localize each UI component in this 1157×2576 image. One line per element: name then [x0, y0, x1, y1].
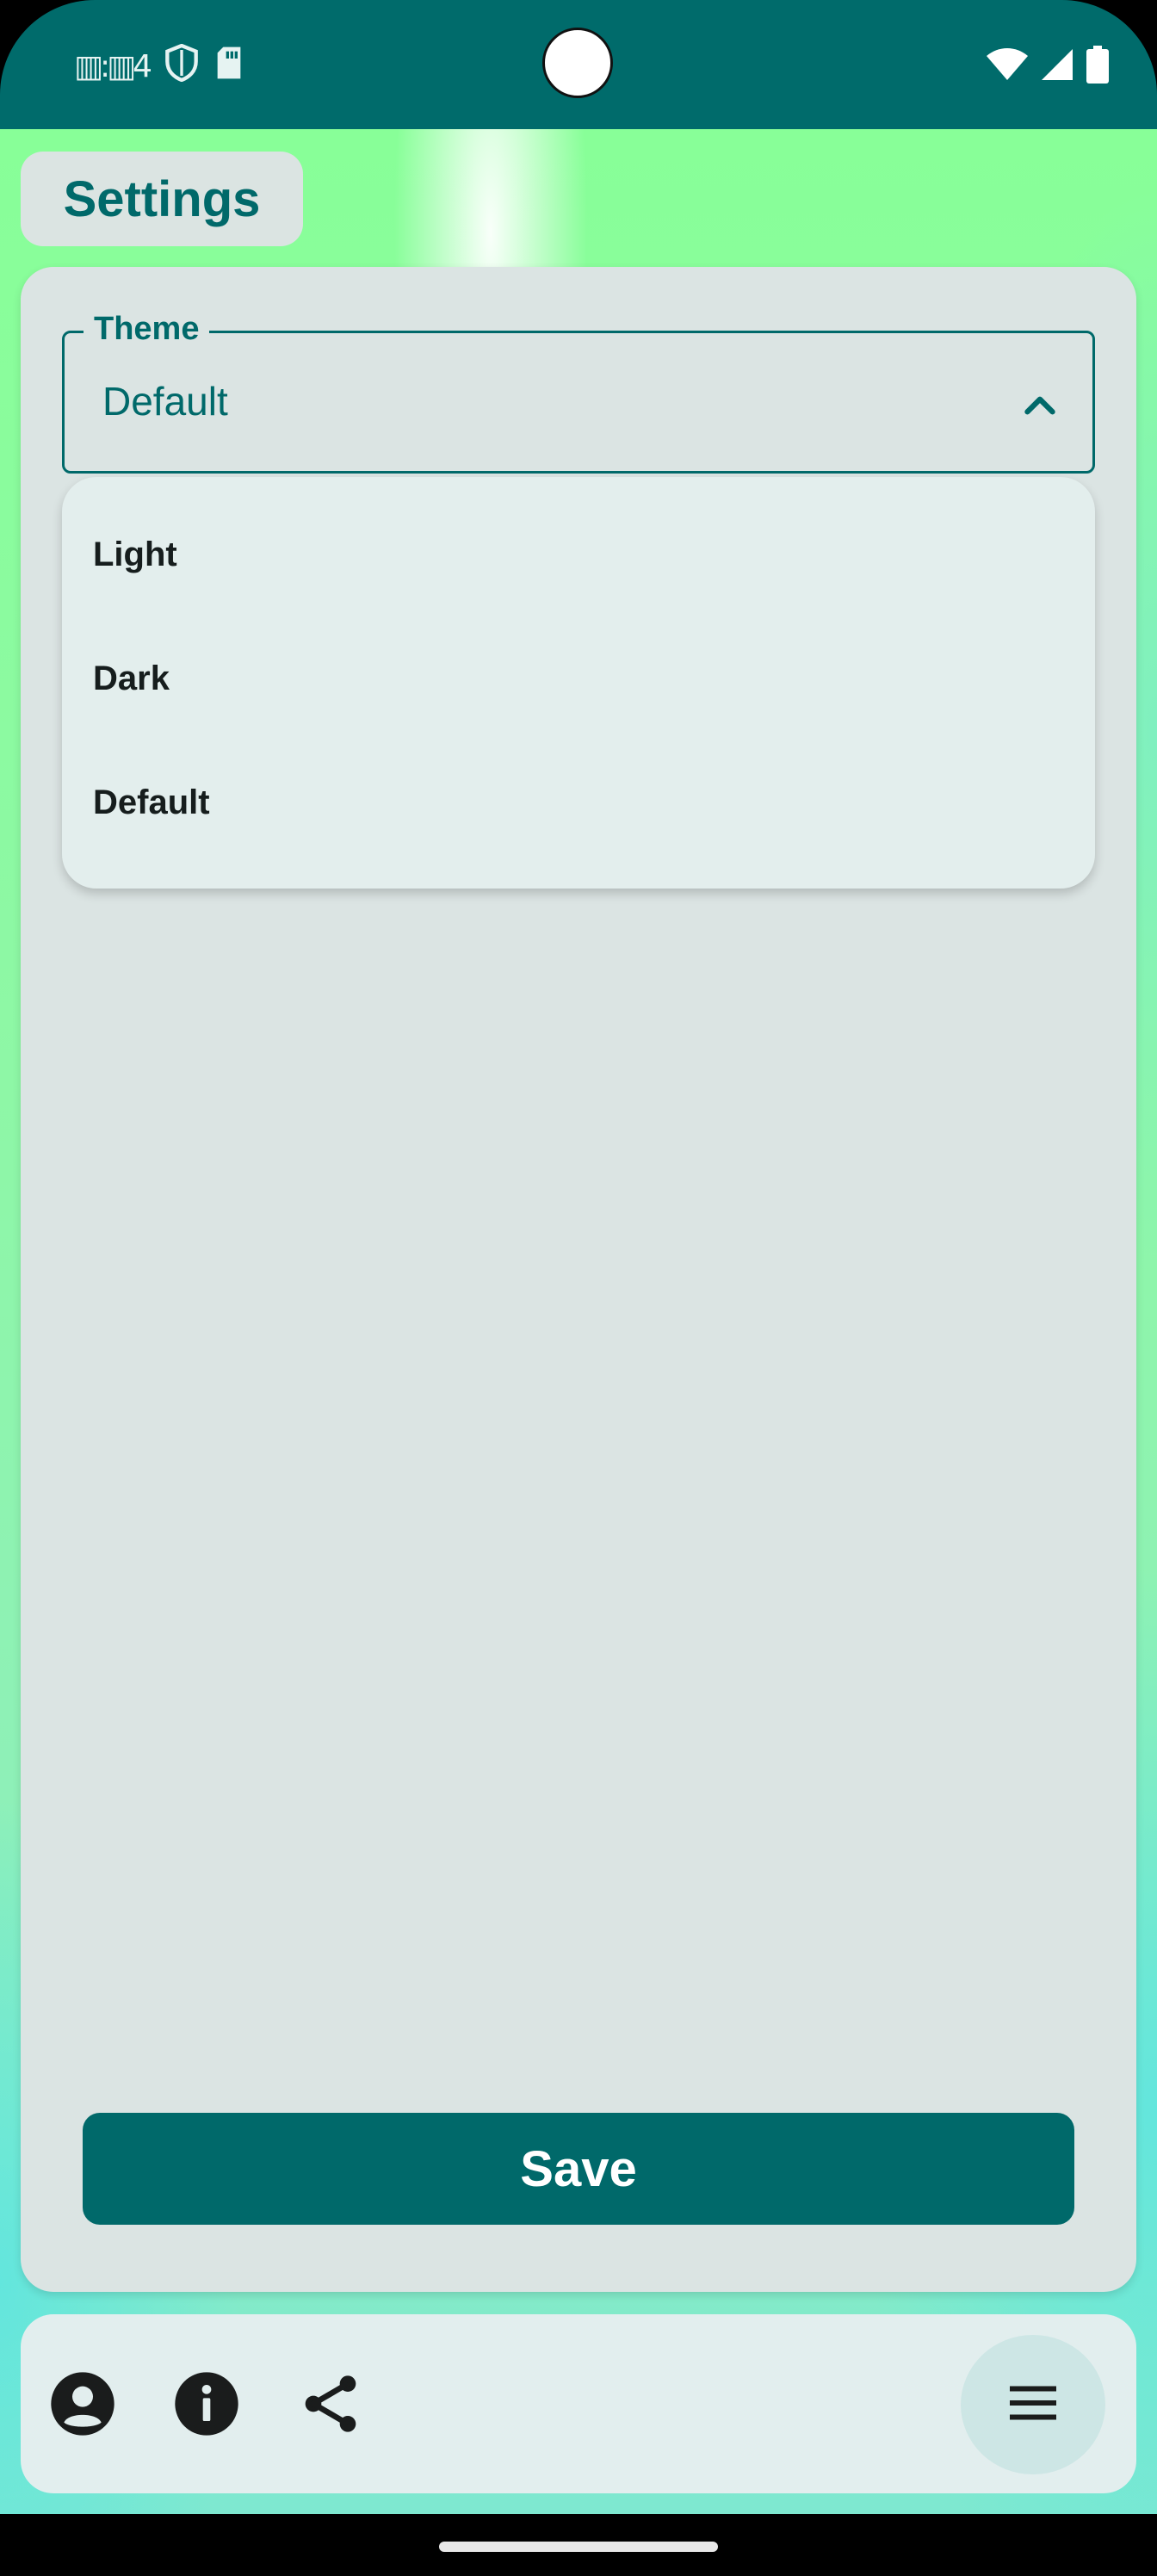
device-screen: ▥:▥4 Settings Theme Default Light Dark D… [0, 0, 1157, 2576]
menu-icon [1002, 2372, 1064, 2438]
battery-icon [1086, 45, 1109, 88]
bottom-app-bar [21, 2314, 1136, 2493]
theme-selected-value: Default [102, 379, 228, 424]
settings-card: Theme Default Light Dark Default Save [21, 267, 1136, 2292]
theme-dropdown[interactable]: Theme Default [62, 311, 1095, 474]
save-button[interactable]: Save [83, 2113, 1074, 2225]
theme-field-label: Theme [84, 311, 210, 348]
share-icon[interactable] [296, 2369, 365, 2438]
cellular-signal-icon [1040, 47, 1074, 86]
status-right [987, 45, 1109, 88]
status-text: ▥:▥4 [74, 48, 152, 84]
home-gesture-handle[interactable] [439, 2542, 718, 2552]
menu-item-default[interactable]: Default [62, 740, 1095, 864]
menu-item-light[interactable]: Light [62, 492, 1095, 616]
sd-card-icon [214, 46, 244, 88]
info-icon[interactable] [172, 2369, 241, 2438]
menu-item-dark[interactable]: Dark [62, 616, 1095, 740]
status-left: ▥:▥4 [74, 43, 244, 90]
front-camera-cutout [542, 28, 613, 98]
menu-item-label: Default [93, 783, 210, 821]
theme-dropdown-menu: Light Dark Default [62, 477, 1095, 889]
chevron-up-icon[interactable] [1018, 383, 1061, 426]
menu-item-label: Light [93, 535, 177, 573]
menu-item-label: Dark [93, 659, 170, 697]
wifi-icon [987, 47, 1028, 86]
status-bar: ▥:▥4 [0, 0, 1157, 129]
menu-fab[interactable] [961, 2335, 1105, 2474]
account-icon[interactable] [48, 2369, 117, 2438]
shield-icon [164, 43, 199, 90]
page-title: Settings [21, 152, 303, 246]
